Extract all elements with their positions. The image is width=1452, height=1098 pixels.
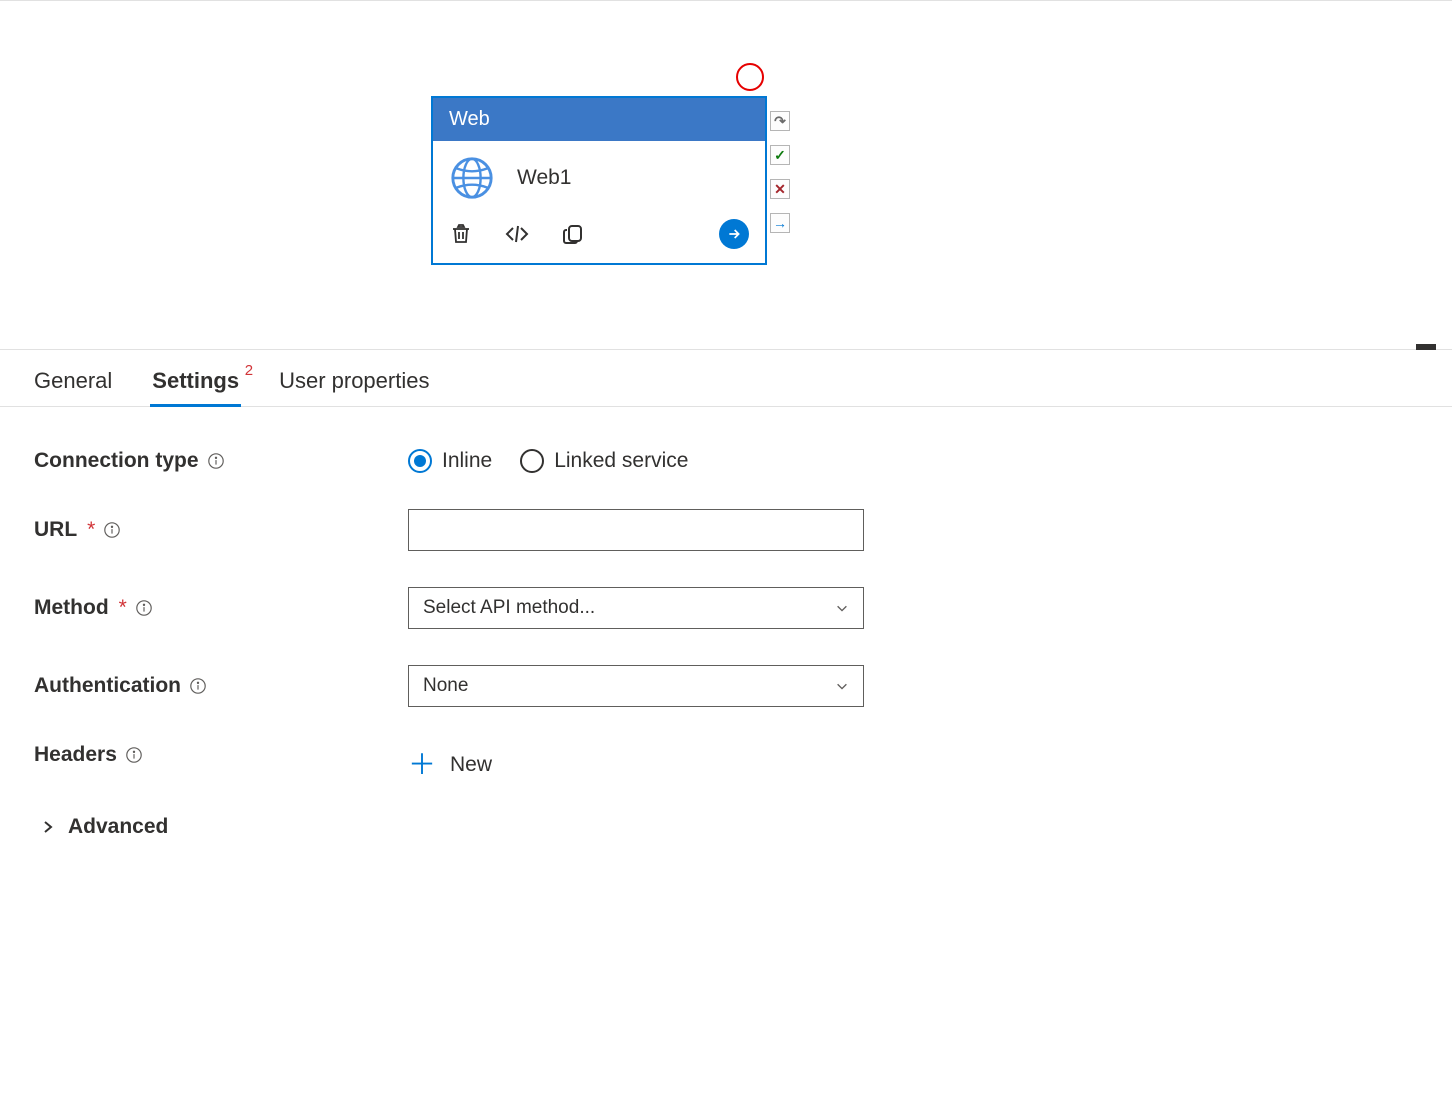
delete-icon[interactable] (449, 222, 473, 246)
headers-label: Headers (34, 743, 117, 767)
info-icon[interactable] (207, 452, 225, 470)
properties-panel: General Settings 2 User properties Conne… (0, 350, 1452, 881)
panel-resize-handle[interactable] (1416, 344, 1436, 350)
row-url: URL * (34, 509, 1418, 551)
chevron-right-icon (40, 819, 56, 835)
settings-form: Connection type Inline Linked service (0, 407, 1452, 881)
method-select[interactable]: Select API method... (408, 587, 864, 629)
row-connection-type: Connection type Inline Linked service (34, 449, 1418, 473)
dependency-failure-icon[interactable]: ✕ (770, 179, 790, 199)
settings-error-badge: 2 (245, 362, 253, 379)
tab-general[interactable]: General (34, 368, 112, 406)
info-icon[interactable] (135, 599, 153, 617)
url-input[interactable] (408, 509, 864, 551)
method-label: Method (34, 596, 109, 620)
url-label: URL (34, 518, 77, 542)
tab-user-properties[interactable]: User properties (279, 368, 429, 406)
plus-icon: ＋ (408, 751, 436, 779)
code-icon[interactable] (505, 222, 529, 246)
info-icon[interactable] (103, 521, 121, 539)
tab-settings[interactable]: Settings 2 (152, 368, 239, 406)
row-headers: Headers ＋ New (34, 743, 1418, 779)
web-activity-card[interactable]: Web Web1 (431, 96, 767, 265)
next-arrow-button[interactable] (719, 219, 749, 249)
activity-type-label: Web (449, 108, 490, 130)
properties-tabs: General Settings 2 User properties (0, 350, 1452, 407)
activity-name: Web1 (517, 166, 571, 190)
row-method: Method * Select API method... (34, 587, 1418, 629)
row-authentication: Authentication None (34, 665, 1418, 707)
required-mark: * (87, 518, 95, 542)
advanced-toggle[interactable]: Advanced (40, 815, 1418, 839)
dependency-success-icon[interactable]: ✓ (770, 145, 790, 165)
dependency-completion-icon[interactable]: → (770, 213, 790, 233)
copy-icon[interactable] (561, 222, 585, 246)
authentication-select[interactable]: None (408, 665, 864, 707)
activity-header[interactable]: Web (433, 98, 765, 141)
activity-dependency-handles: ↷ ✓ ✕ → (770, 111, 790, 233)
globe-icon (449, 155, 495, 201)
authentication-label: Authentication (34, 674, 181, 698)
highlight-circle (736, 63, 764, 91)
dependency-skip-icon[interactable]: ↷ (770, 111, 790, 131)
radio-inline[interactable]: Inline (408, 449, 492, 473)
chevron-down-icon (835, 679, 849, 693)
info-icon[interactable] (189, 677, 207, 695)
info-icon[interactable] (125, 746, 143, 764)
radio-linked-service[interactable]: Linked service (520, 449, 688, 473)
required-mark: * (119, 596, 127, 620)
chevron-down-icon (835, 601, 849, 615)
connection-type-label: Connection type (34, 449, 199, 473)
new-header-button[interactable]: ＋ New (408, 751, 492, 779)
pipeline-canvas[interactable]: Web Web1 (0, 0, 1452, 350)
